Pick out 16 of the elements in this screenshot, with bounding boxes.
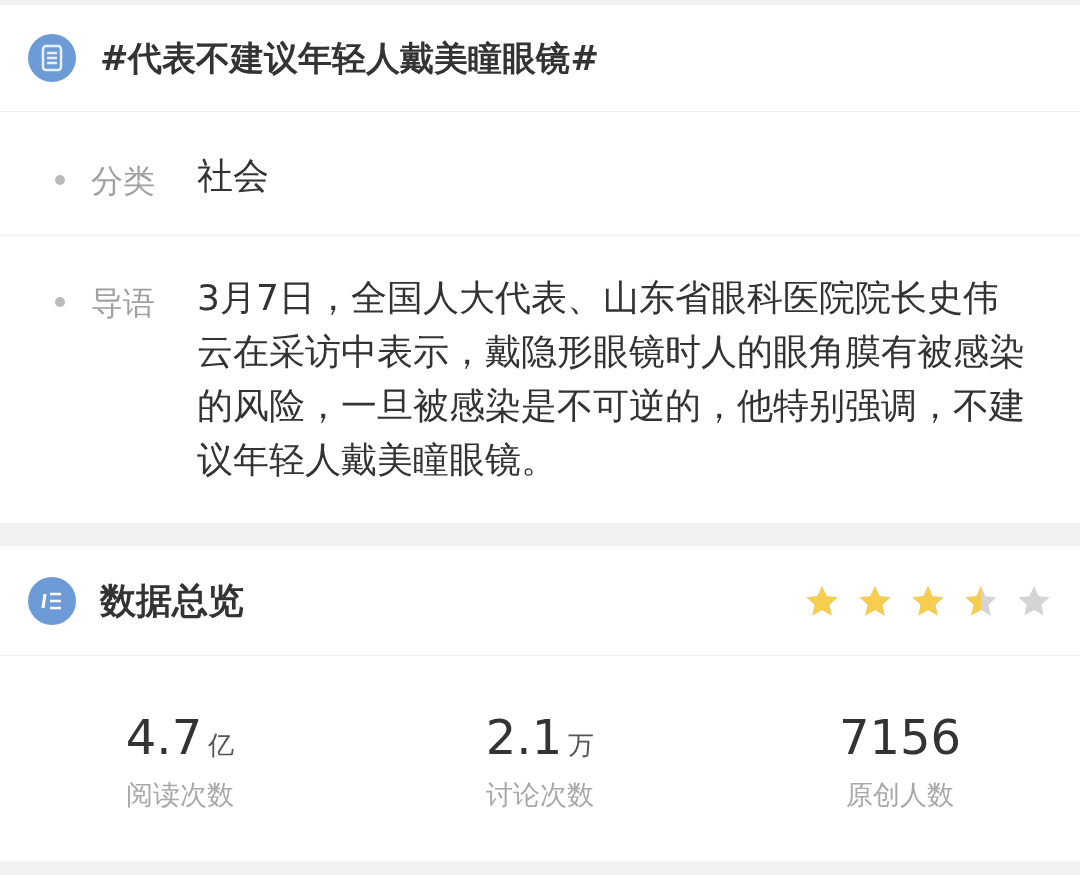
stat-unit: 万 (568, 729, 595, 763)
stat-unit: 亿 (208, 729, 235, 763)
stat-label: 原创人数 (846, 778, 954, 813)
list-icon (28, 34, 76, 82)
stat-number: 2.1 (485, 708, 563, 768)
list-icon (28, 576, 76, 625)
detail-label: 导语 (91, 283, 156, 324)
detail-value: 3月7日，全国人大代表、山东省眼科医院院长史伟云在采访中表示，戴隐形眼镜时人的眼角膜有被感染的风险，一旦被感染是不可逆的，他特别强调，不建议年轻人戴美瞳眼镜。 (197, 276, 1026, 482)
topic-title: #代表不建议年轻人戴美瞳眼镜# (100, 36, 599, 80)
stat-label: 讨论次数 (486, 778, 594, 813)
detail-value: 社会 (197, 154, 270, 198)
detail-label: 分类 (91, 161, 156, 202)
stat-label: 阅读次数 (126, 778, 234, 813)
stat-number: 7156 (838, 708, 962, 768)
section-title: 数据总览 (100, 578, 244, 623)
stat-number: 4.7 (125, 708, 203, 768)
